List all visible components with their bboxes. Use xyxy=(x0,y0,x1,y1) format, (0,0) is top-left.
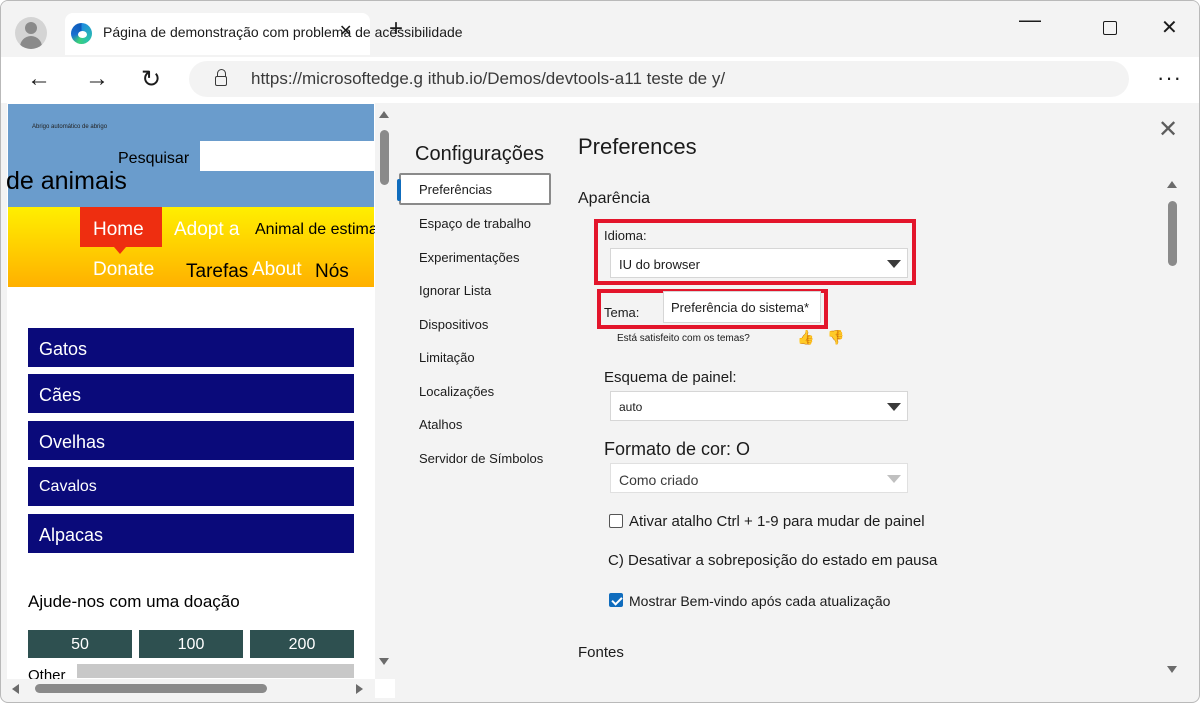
nav-donate-link[interactable]: Donate xyxy=(93,259,154,281)
settings-nav-preferences[interactable]: Preferências xyxy=(397,173,551,205)
search-input[interactable] xyxy=(200,141,376,171)
scroll-right-icon[interactable] xyxy=(356,684,363,694)
thumbs-down-icon[interactable]: 👎 xyxy=(827,329,844,346)
language-select[interactable]: IU do browser xyxy=(610,248,908,278)
color-format-label: Formato de cor: O xyxy=(604,439,751,459)
amount-button-200[interactable]: 200 xyxy=(250,630,354,658)
chevron-down-icon xyxy=(887,403,901,411)
settings-main: ✕ Preferences Aparência Idioma: IU do br… xyxy=(561,103,1195,698)
theme-select[interactable]: Preferência do sistema* xyxy=(663,291,821,323)
paused-overlay-text[interactable]: C) Desativar a sobreposição do estado em… xyxy=(608,552,937,569)
nav-adopt-link[interactable]: Adopt a xyxy=(174,219,240,241)
nav-tarefas-text: Tarefas xyxy=(186,261,249,282)
animal-button-alpacas[interactable]: Alpacas xyxy=(28,514,354,553)
demo-header: Abrigo automático de abrigo Pesquisar de… xyxy=(7,104,376,207)
scroll-up-icon[interactable] xyxy=(379,111,389,118)
horizontal-scroll-thumb[interactable] xyxy=(35,684,267,693)
color-format-value: Como criado xyxy=(619,472,699,488)
tab-title: Página de demonstração com problema de a… xyxy=(103,24,463,40)
tab-close-icon[interactable]: ✕ xyxy=(339,21,352,41)
settings-nav-throttling[interactable]: Limitação xyxy=(419,350,475,365)
scroll-thumb[interactable] xyxy=(1168,201,1177,266)
settings-heading: Configurações xyxy=(415,143,544,165)
preferences-scrollbar[interactable] xyxy=(1165,181,1179,681)
settings-nav-symbol-server[interactable]: Servidor de Símbolos xyxy=(419,451,543,466)
address-bar[interactable]: https://microsoftedge.g ithub.io/Demos/d… xyxy=(189,61,1129,97)
nav-home-link[interactable]: Home xyxy=(93,219,144,241)
edge-logo-icon xyxy=(71,23,92,44)
other-amount-input[interactable] xyxy=(77,664,354,678)
thumbs-up-icon[interactable]: 👍 xyxy=(797,329,814,346)
nav-nos-text: Nós xyxy=(315,261,349,282)
profile-avatar-icon[interactable] xyxy=(15,17,47,49)
forward-icon[interactable]: → xyxy=(85,65,109,93)
demo-vertical-scrollbar[interactable] xyxy=(375,103,395,679)
animal-button-cats[interactable]: Gatos xyxy=(28,328,354,367)
minimize-icon[interactable]: — xyxy=(1019,7,1041,33)
content-area: Abrigo automático de abrigo Pesquisar de… xyxy=(7,103,1195,698)
scroll-down-icon[interactable] xyxy=(1167,666,1177,673)
ctrl-shortcut-label: Ativar atalho Ctrl + 1-9 para mudar de p… xyxy=(629,513,925,530)
refresh-icon[interactable]: ↻ xyxy=(141,65,161,94)
window-close-icon[interactable]: ✕ xyxy=(1161,15,1178,40)
chevron-down-icon xyxy=(887,260,901,268)
browser-window: Página de demonstração com problema de a… xyxy=(0,0,1200,703)
devtools-panel: Configurações Preferências Espaço de tra… xyxy=(395,103,1195,698)
animal-button-sheep[interactable]: Ovelhas xyxy=(28,421,354,460)
demo-horizontal-scrollbar[interactable] xyxy=(7,679,375,698)
search-label: Pesquisar xyxy=(118,150,190,167)
preferences-title: Preferences xyxy=(578,134,697,159)
settings-nav-shortcuts[interactable]: Atalhos xyxy=(419,417,462,432)
settings-nav-ignore-list[interactable]: Ignorar Lista xyxy=(419,283,491,298)
scroll-down-icon[interactable] xyxy=(379,658,389,665)
browser-tab[interactable]: Página de demonstração com problema de a… xyxy=(65,13,463,55)
theme-label: Tema: xyxy=(604,305,640,320)
panel-layout-label: Esquema de painel: xyxy=(604,369,737,386)
welcome-label: Mostrar Bem-vindo após cada atualização xyxy=(629,593,891,609)
more-options-icon[interactable]: ··· xyxy=(1157,65,1182,91)
donate-title: Ajude-nos com uma doação xyxy=(28,592,240,611)
back-icon[interactable]: ← xyxy=(27,65,51,93)
theme-select-value: Preferência do sistema* xyxy=(671,300,810,315)
animal-button-dogs[interactable]: Cães xyxy=(28,374,354,413)
animal-button-horses[interactable]: Cavalos xyxy=(28,467,354,506)
skip-link[interactable]: Abrigo automático de abrigo xyxy=(32,124,107,130)
demo-page: Abrigo automático de abrigo Pesquisar de… xyxy=(7,103,395,698)
demo-nav: Home Adopt a Animal de estimação Donate … xyxy=(8,207,395,287)
title-bar: Página de demonstração com problema de a… xyxy=(1,1,1199,57)
appearance-section-title: Aparência xyxy=(578,190,651,207)
nav-about-link[interactable]: About xyxy=(252,259,302,281)
site-title: de animais xyxy=(7,167,127,195)
maximize-icon[interactable] xyxy=(1103,21,1117,35)
settings-nav-workspace[interactable]: Espaço de trabalho xyxy=(419,216,531,231)
settings-nav-locations[interactable]: Localizações xyxy=(419,384,494,399)
settings-sidebar: Configurações Preferências Espaço de tra… xyxy=(395,103,561,698)
scroll-left-icon[interactable] xyxy=(12,684,19,694)
language-select-value: IU do browser xyxy=(619,257,700,272)
color-format-select[interactable]: Como criado xyxy=(610,463,908,493)
navigation-bar: ← → ↻ https://microsoftedge.g ithub.io/D… xyxy=(1,57,1199,103)
nav-pet-text: Animal de estimação xyxy=(255,221,395,238)
scroll-thumb[interactable] xyxy=(380,130,389,185)
panel-layout-value: auto xyxy=(619,400,643,414)
scroll-up-icon[interactable] xyxy=(1167,181,1177,188)
ctrl-shortcut-checkbox[interactable] xyxy=(609,514,623,528)
settings-close-icon[interactable]: ✕ xyxy=(1158,115,1178,144)
settings-nav-devices[interactable]: Dispositivos xyxy=(419,317,488,332)
chevron-down-icon xyxy=(887,475,901,483)
fonts-section-title: Fontes xyxy=(578,644,624,661)
amount-button-100[interactable]: 100 xyxy=(139,630,243,658)
panel-layout-select[interactable]: auto xyxy=(610,391,908,421)
theme-feedback-text: Está satisfeito com os temas? xyxy=(617,333,750,344)
amount-button-50[interactable]: 50 xyxy=(28,630,132,658)
welcome-checkbox[interactable] xyxy=(609,593,623,607)
lock-icon[interactable] xyxy=(215,69,227,86)
language-label: Idioma: xyxy=(604,228,647,243)
new-tab-icon[interactable]: + xyxy=(389,15,403,43)
url-text[interactable]: https://microsoftedge.g ithub.io/Demos/d… xyxy=(251,69,725,89)
settings-nav-experiments[interactable]: Experimentações xyxy=(419,250,519,265)
